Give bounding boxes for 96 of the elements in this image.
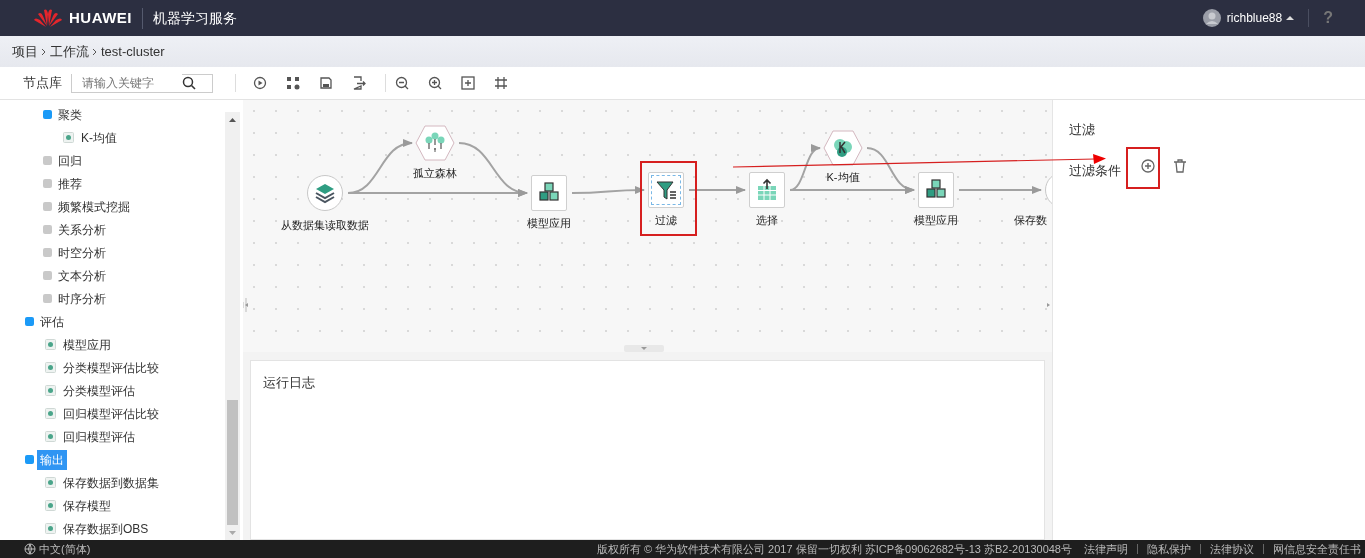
save-icon[interactable] (319, 76, 333, 90)
tree-item[interactable]: 回归模型评估 (60, 426, 138, 447)
expand-toggle[interactable] (43, 156, 52, 165)
node-type-icon (45, 385, 56, 396)
expand-toggle[interactable] (43, 225, 52, 234)
layers-icon (313, 181, 337, 205)
workflow-node[interactable] (823, 130, 863, 166)
trees-icon (425, 132, 445, 152)
node-label: 模型应用 (914, 213, 958, 228)
node-label: 过滤 (655, 213, 677, 228)
tree-item[interactable]: 推荐 (55, 173, 85, 194)
breadcrumb-link[interactable]: 项目 (12, 41, 38, 62)
table-select-icon (755, 178, 779, 202)
tree-item[interactable]: 评估 (37, 311, 67, 332)
node-type-icon (45, 408, 56, 419)
layout-icon[interactable] (286, 76, 300, 90)
workflow-node[interactable] (918, 172, 954, 208)
tree-item[interactable]: 分类模型评估比较 (60, 357, 162, 378)
k-cluster-icon (834, 139, 852, 157)
tree-item[interactable]: 回归 (55, 150, 85, 171)
fit-icon[interactable] (461, 76, 475, 90)
workflow-node[interactable] (307, 175, 343, 211)
user-name[interactable]: richblue88 (1226, 9, 1283, 27)
workflow-node[interactable] (749, 172, 785, 208)
node-label: 从数据集读取数据 (281, 218, 369, 233)
collapse-handle-icon[interactable] (624, 344, 664, 352)
collapse-toggle[interactable] (25, 455, 34, 464)
panel-title: 过滤 (1069, 121, 1095, 139)
workflow-node[interactable] (531, 175, 567, 211)
tree-item[interactable]: 分类模型评估 (60, 380, 138, 401)
tree-item[interactable]: 时序分析 (55, 288, 109, 309)
add-icon[interactable] (1141, 159, 1155, 173)
footer-link[interactable]: 法律协议 (1210, 540, 1254, 558)
tree-item[interactable]: 频繁模式挖掘 (55, 196, 133, 217)
node-type-icon (45, 523, 56, 534)
brand-name: HUAWEI (69, 7, 132, 28)
collapse-handle-icon[interactable] (243, 298, 249, 312)
connector-arrow (688, 186, 746, 194)
breadcrumb-link[interactable]: 工作流 (50, 41, 89, 62)
breadcrumb-current: test-cluster (101, 42, 165, 61)
field-label: 过滤条件 (1069, 162, 1121, 180)
expand-toggle[interactable] (43, 248, 52, 257)
node-label: 选择 (756, 213, 778, 228)
tree-item[interactable]: 回归模型评估比较 (60, 403, 162, 424)
tree-item[interactable]: 文本分析 (55, 265, 109, 286)
node-label: 孤立森林 (413, 166, 457, 181)
tree-item[interactable]: 聚类 (55, 104, 85, 125)
scroll-up-icon[interactable] (228, 117, 237, 123)
export-icon[interactable] (352, 76, 366, 90)
scrollbar-thumb[interactable] (227, 400, 238, 525)
search-field[interactable]: 请输入关键字 (71, 73, 213, 93)
tree-item[interactable]: 关系分析 (55, 219, 109, 240)
tree-item[interactable]: K-均值 (78, 127, 120, 148)
grid-icon[interactable] (494, 76, 508, 90)
scrollbar[interactable] (225, 112, 240, 540)
copyright-text: 版权所有 © 华为软件技术有限公司 2017 保留一切权利 苏ICP备09062682号-13 苏B2-20130048号 (596, 541, 1072, 557)
footer-link[interactable]: 法律声明 (1084, 540, 1128, 558)
caret-icon[interactable] (1286, 15, 1295, 21)
node-type-icon (45, 339, 56, 350)
expand-toggle[interactable] (43, 202, 52, 211)
node-label: K-均值 (826, 170, 860, 185)
footer-link[interactable]: 隐私保护 (1147, 540, 1191, 558)
tree-item[interactable]: 保存模型 (60, 495, 114, 516)
workflow-node[interactable] (415, 125, 455, 161)
expand-toggle[interactable] (43, 179, 52, 188)
tree-item[interactable]: 时空分析 (55, 242, 109, 263)
search-icon[interactable] (182, 76, 196, 90)
tree-item[interactable]: 保存数据到数据集 (60, 472, 162, 493)
expand-toggle[interactable] (43, 294, 52, 303)
funnel-icon (654, 178, 678, 202)
chevron-icon (41, 47, 47, 56)
node-type-icon (45, 431, 56, 442)
tree-item[interactable]: 保存数据到OBS (60, 518, 152, 539)
zoom-in-icon[interactable] (428, 76, 442, 90)
globe-icon[interactable] (24, 543, 36, 555)
node-type-icon (45, 477, 56, 488)
chevron-icon (92, 47, 98, 56)
node-type-icon (63, 132, 74, 143)
expand-toggle[interactable] (43, 271, 52, 280)
node-label: 模型应用 (527, 216, 571, 231)
collapse-toggle[interactable] (25, 317, 34, 326)
language-selector[interactable]: 中文(简体) (39, 540, 91, 558)
collapse-toggle[interactable] (43, 110, 52, 119)
node-type-icon (45, 500, 56, 511)
log-title: 运行日志 (263, 373, 316, 392)
node-type-icon (45, 362, 56, 373)
zoom-out-icon[interactable] (395, 76, 409, 90)
toolbar-label: 节点库 (23, 74, 62, 93)
tree-item[interactable]: 模型应用 (60, 334, 114, 355)
avatar-icon[interactable] (1202, 9, 1221, 27)
delete-icon[interactable] (1173, 159, 1187, 173)
footer-link[interactable]: 网信息安全责任书 (1273, 540, 1361, 558)
run-icon[interactable] (253, 76, 267, 90)
service-title: 机器学习服务 (142, 7, 237, 29)
node-label: 保存数 (1014, 213, 1047, 228)
workflow-node[interactable] (648, 172, 684, 208)
